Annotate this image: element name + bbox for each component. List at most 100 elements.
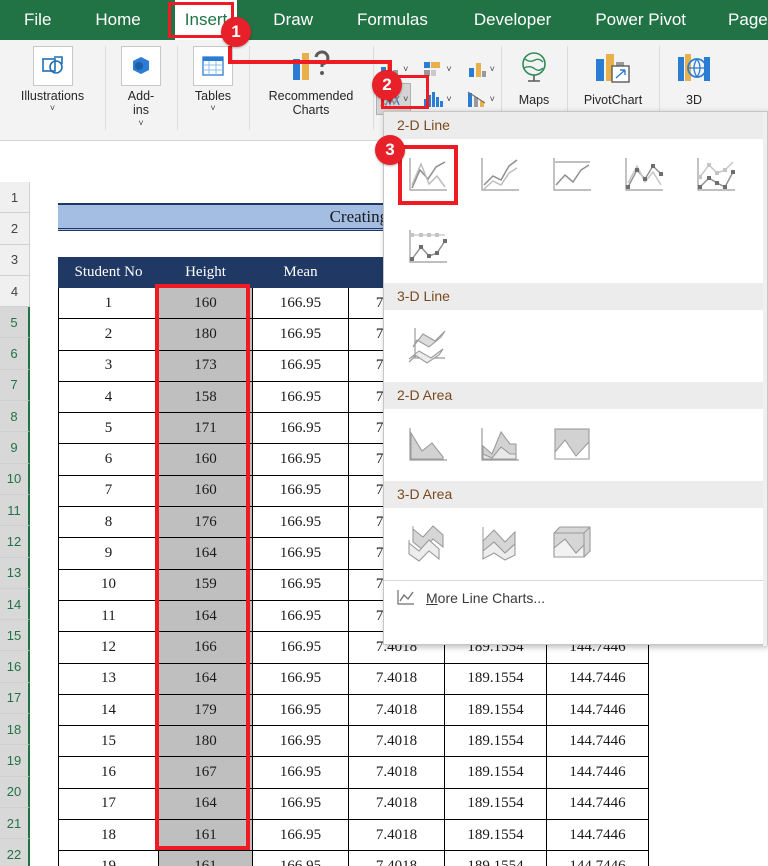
cell-student-no[interactable]: 13 xyxy=(58,662,159,695)
table-row[interactable]: 15 180 166.95 7.4018 189.1554 144.7446 xyxy=(58,725,649,758)
cell-sd[interactable]: 7.4018 xyxy=(348,756,445,789)
row-header-22[interactable]: 22 xyxy=(0,839,30,866)
row-header-13[interactable]: 13 xyxy=(0,557,30,589)
cell-height[interactable]: 160 xyxy=(158,474,253,508)
cell-upper[interactable]: 189.1554 xyxy=(444,819,547,852)
chevron-down-icon[interactable]: ˅ xyxy=(446,95,451,104)
gallery-item-stacked-area-chart[interactable] xyxy=(470,415,530,475)
cell-lower[interactable]: 144.7446 xyxy=(546,850,649,866)
cell-height[interactable]: 158 xyxy=(158,380,253,414)
ribbon-group-illustrations[interactable]: Illustrations ˅ xyxy=(0,40,105,141)
cell-sd[interactable]: 7.4018 xyxy=(348,819,445,852)
cell-lower[interactable]: 144.7446 xyxy=(546,725,649,758)
cell-height[interactable]: 176 xyxy=(158,506,253,539)
histogram-button[interactable]: ˅ xyxy=(420,84,453,114)
row-header-7[interactable]: 7 xyxy=(0,369,30,402)
cell-student-no[interactable]: 4 xyxy=(58,380,159,414)
gallery-item-3d-area-chart[interactable] xyxy=(398,514,458,574)
cell-height[interactable]: 180 xyxy=(158,725,253,758)
cell-mean[interactable]: 166.95 xyxy=(252,756,349,789)
cell-sd[interactable]: 7.4018 xyxy=(348,662,445,695)
chevron-down-icon[interactable]: ˅ xyxy=(490,95,495,104)
row-header-21[interactable]: 21 xyxy=(0,807,30,840)
row-header-19[interactable]: 19 xyxy=(0,745,30,777)
gallery-item-100-stacked-area-chart[interactable] xyxy=(542,415,602,475)
waterfall-button[interactable]: ˅ xyxy=(464,84,497,114)
row-header-8[interactable]: 8 xyxy=(0,401,30,433)
row-header-15[interactable]: 15 xyxy=(0,620,30,652)
cell-height[interactable]: 167 xyxy=(158,756,253,789)
cell-height[interactable]: 164 xyxy=(158,662,253,695)
cell-student-no[interactable]: 12 xyxy=(58,631,159,664)
cell-height[interactable]: 164 xyxy=(158,787,253,821)
cell-sd[interactable]: 7.4018 xyxy=(348,787,445,821)
row-header-17[interactable]: 17 xyxy=(0,682,30,715)
cell-mean[interactable]: 166.95 xyxy=(252,631,349,664)
cell-mean[interactable]: 166.95 xyxy=(252,286,349,320)
cell-mean[interactable]: 166.95 xyxy=(252,850,349,866)
cell-mean[interactable]: 166.95 xyxy=(252,787,349,821)
more-line-charts-menu-item[interactable]: More Line Charts... xyxy=(384,580,767,614)
chevron-down-icon[interactable]: ˅ xyxy=(138,118,143,128)
cell-height[interactable]: 160 xyxy=(158,443,253,476)
cell-mean[interactable]: 166.95 xyxy=(252,693,349,727)
cell-mean[interactable]: 166.95 xyxy=(252,443,349,476)
cell-student-no[interactable]: 14 xyxy=(58,693,159,727)
ribbon-group-add-ins[interactable]: Add- ins ˅ xyxy=(105,40,177,141)
gallery-item-3d-line-chart[interactable] xyxy=(398,316,458,376)
gallery-item-area-chart[interactable] xyxy=(398,415,458,475)
cell-upper[interactable]: 189.1554 xyxy=(444,850,547,866)
cell-height[interactable]: 164 xyxy=(158,599,253,633)
cell-student-no[interactable]: 3 xyxy=(58,349,159,382)
cell-upper[interactable]: 189.1554 xyxy=(444,725,547,758)
cell-student-no[interactable]: 1 xyxy=(58,286,159,320)
table-row[interactable]: 14 179 166.95 7.4018 189.1554 144.7446 xyxy=(58,693,649,727)
row-header-4[interactable]: 4 xyxy=(0,275,30,308)
combo-chart-button[interactable]: ˅ xyxy=(464,54,497,84)
row-header-10[interactable]: 10 xyxy=(0,463,30,495)
cell-mean[interactable]: 166.95 xyxy=(252,537,349,570)
cell-mean[interactable]: 166.95 xyxy=(252,412,349,445)
cell-height[interactable]: 164 xyxy=(158,537,253,570)
ribbon-group-tables[interactable]: Tables ˅ xyxy=(177,40,249,141)
cell-upper[interactable]: 189.1554 xyxy=(444,756,547,789)
tab-developer[interactable]: Developer xyxy=(464,0,562,40)
cell-upper[interactable]: 189.1554 xyxy=(444,662,547,695)
gallery-item-100-stacked-line-chart[interactable] xyxy=(542,145,602,205)
table-row[interactable]: 17 164 166.95 7.4018 189.1554 144.7446 xyxy=(58,787,649,821)
row-header-5[interactable]: 5 xyxy=(0,307,30,339)
bar-chart-button[interactable]: ˅ xyxy=(420,54,453,84)
column-header-student-no[interactable]: Student No xyxy=(58,257,159,288)
cell-mean[interactable]: 166.95 xyxy=(252,568,349,601)
chevron-down-icon[interactable]: ˅ xyxy=(446,65,451,74)
row-header-2[interactable]: 2 xyxy=(0,213,30,245)
row-header-20[interactable]: 20 xyxy=(0,776,30,808)
cell-student-no[interactable]: 16 xyxy=(58,756,159,789)
cell-height[interactable]: 173 xyxy=(158,349,253,382)
cell-mean[interactable]: 166.95 xyxy=(252,725,349,758)
cell-sd[interactable]: 7.4018 xyxy=(348,850,445,866)
row-header-1[interactable]: 1 xyxy=(0,182,30,214)
cell-upper[interactable]: 189.1554 xyxy=(444,693,547,727)
cell-student-no[interactable]: 5 xyxy=(58,412,159,445)
chevron-down-icon[interactable]: ˅ xyxy=(403,95,408,104)
tab-draw[interactable]: Draw xyxy=(263,0,323,40)
cell-lower[interactable]: 144.7446 xyxy=(546,693,649,727)
row-header-6[interactable]: 6 xyxy=(0,338,30,370)
row-header-14[interactable]: 14 xyxy=(0,588,30,621)
gallery-item-line-with-markers[interactable] xyxy=(614,145,674,205)
cell-mean[interactable]: 166.95 xyxy=(252,599,349,633)
cell-lower[interactable]: 144.7446 xyxy=(546,662,649,695)
table-row[interactable]: 13 164 166.95 7.4018 189.1554 144.7446 xyxy=(58,662,649,695)
cell-mean[interactable]: 166.95 xyxy=(252,349,349,382)
row-header-12[interactable]: 12 xyxy=(0,526,30,558)
gallery-item-stacked-line-with-markers[interactable] xyxy=(686,145,746,205)
cell-student-no[interactable]: 19 xyxy=(58,850,159,866)
chevron-down-icon[interactable]: ˅ xyxy=(403,65,408,74)
chevron-down-icon[interactable]: ˅ xyxy=(210,104,215,113)
cell-height[interactable]: 180 xyxy=(158,318,253,351)
cell-height[interactable]: 171 xyxy=(158,412,253,445)
cell-height[interactable]: 166 xyxy=(158,631,253,664)
chevron-down-icon[interactable]: ˅ xyxy=(490,65,495,74)
gallery-item-100-stacked-line-with-markers[interactable] xyxy=(398,217,458,277)
